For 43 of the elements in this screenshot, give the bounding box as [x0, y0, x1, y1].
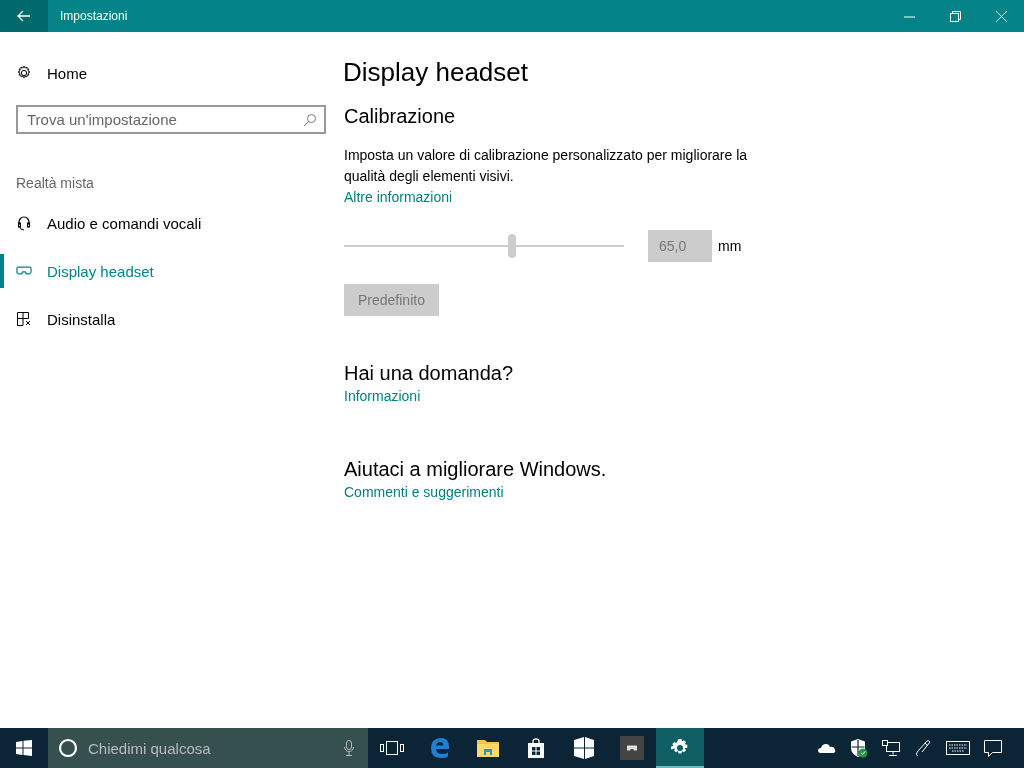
taskbar-search-field[interactable]: Chiedimi qualcosa	[48, 728, 368, 768]
microphone-icon	[344, 740, 354, 756]
section-heading: Realtà mista	[16, 175, 94, 191]
feedback-link[interactable]: Commenti e suggerimenti	[344, 482, 504, 502]
task-view-icon	[380, 741, 404, 755]
headset-icon	[16, 215, 32, 231]
window-title: Impostazioni	[60, 9, 128, 23]
info-link[interactable]: Informazioni	[344, 386, 421, 406]
notification-icon	[984, 739, 1002, 757]
sidebar-item[interactable]: Audio e comandi vocali	[0, 206, 330, 240]
section-heading: Calibrazione	[344, 104, 456, 129]
keyboard-icon	[946, 741, 970, 755]
grid-remove-icon	[16, 311, 32, 327]
sidebar-item[interactable]: Display headset	[0, 254, 330, 288]
headset-app-icon	[620, 736, 644, 760]
folder-icon	[477, 739, 499, 757]
value-field[interactable]: 65,0	[648, 230, 712, 262]
unit-label: mm	[718, 238, 742, 254]
more-info-link[interactable]: Altre informazioni	[344, 187, 453, 207]
pen-icon	[914, 739, 932, 757]
back-button[interactable]	[0, 0, 48, 32]
shopping-bag-icon	[527, 738, 545, 758]
tiles-icon	[574, 737, 594, 759]
visor-icon	[16, 265, 32, 277]
back-arrow-icon	[17, 10, 31, 22]
shield-check-icon	[850, 738, 868, 758]
section-heading: Aiutaci a migliorare Windows.	[344, 457, 607, 482]
windows-logo-icon	[16, 740, 32, 756]
page-title: Display headset	[343, 56, 528, 88]
search-icon	[303, 113, 317, 127]
section-heading: Hai una domanda?	[344, 361, 513, 386]
description-text: Imposta un valore di calibrazione personalizzato per migliorare la qualità degli elementi visivi.	[344, 146, 749, 186]
home-link[interactable]: Home	[16, 62, 87, 84]
search-field[interactable]: Trova un'impostazione	[16, 105, 326, 134]
sidebar-item[interactable]: Disinstalla	[0, 302, 330, 336]
gear-icon	[16, 65, 32, 81]
restore-icon	[949, 10, 961, 22]
cloud-icon	[818, 743, 836, 753]
taskbar-button[interactable]	[656, 728, 704, 768]
circle-icon	[58, 738, 78, 758]
network-icon	[882, 740, 900, 756]
e-logo-icon	[429, 737, 451, 759]
close-icon	[995, 10, 1007, 22]
